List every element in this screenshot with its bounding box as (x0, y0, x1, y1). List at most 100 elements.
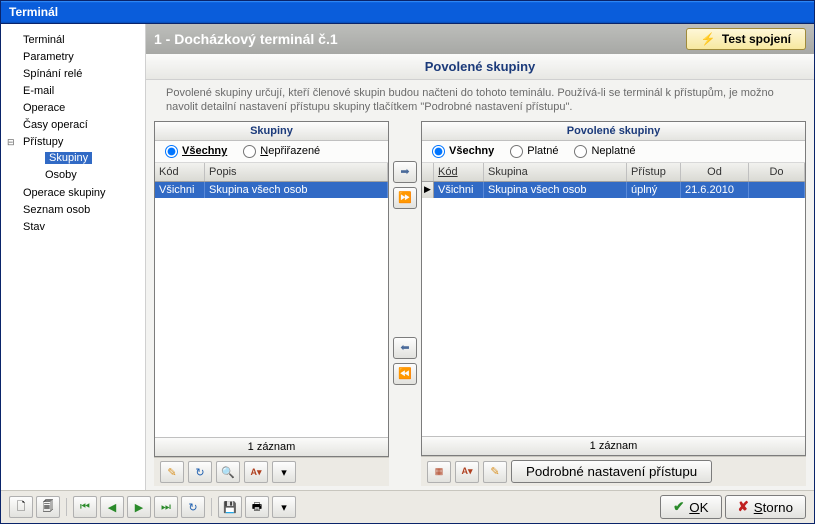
bb-save-button[interactable]: 💾 (218, 496, 242, 518)
note-button-r[interactable]: ✎ (483, 461, 507, 483)
bb-print-button[interactable]: 🖶 (245, 496, 269, 518)
radio-unassigned-groups-input[interactable] (243, 145, 256, 158)
nav-osoby[interactable]: Osoby (31, 167, 141, 184)
groups-grid-header: Kód Popis (155, 163, 388, 182)
test-connection-button[interactable]: ⚡ Test spojení (686, 28, 806, 50)
ok-button[interactable]: ✔ OK (660, 495, 721, 519)
move-left-button[interactable]: ⬅ (393, 337, 417, 359)
cell-to (749, 182, 805, 198)
double-arrow-left-icon: ⏪ (398, 367, 412, 380)
sub-header: Povolené skupiny (146, 54, 814, 80)
allowed-groups-panel: Povolené skupiny Všechny Platné (421, 121, 806, 456)
sort-az-icon: A▾ (250, 467, 261, 478)
last-icon: ⏭ (161, 501, 171, 514)
chevron-down-icon: ▾ (281, 466, 287, 479)
radio-invalid-input[interactable] (574, 145, 587, 158)
cell-desc: Skupina všech osob (205, 182, 388, 198)
nav-tree: Terminál Parametry Spínání relé E-mail O… (5, 32, 141, 236)
allowed-panel-title: Povolené skupiny (422, 122, 805, 141)
chevron-down-icon-bb: ▾ (281, 501, 287, 514)
refresh-button[interactable]: ↻ (188, 461, 212, 483)
nav-operace[interactable]: Operace (5, 100, 141, 117)
detail-access-label: Podrobné nastavení přístupu (526, 464, 697, 479)
sort-button[interactable]: A▾ (244, 461, 268, 483)
cell-code-r: Všichni (434, 182, 484, 198)
radio-valid-input[interactable] (510, 145, 523, 158)
info-text: Povolené skupiny určují, kteří členové s… (146, 80, 814, 121)
titlebar: Terminál (1, 1, 814, 24)
grid-view-button[interactable]: ▦ (427, 461, 451, 483)
bb-next-button[interactable]: ▶ (127, 496, 151, 518)
nav-skupiny[interactable]: Skupiny (31, 150, 141, 167)
bb-copy-button[interactable]: 🗐 (36, 496, 60, 518)
allowed-row[interactable]: ▶ Všichni Skupina všech osob úplný 21.6.… (422, 182, 805, 198)
copy-icon: 🗐 (43, 498, 54, 517)
body: Terminál Parametry Spínání relé E-mail O… (1, 24, 814, 523)
col-to[interactable]: Do (749, 163, 805, 181)
col-code-r[interactable]: Kód (434, 163, 484, 181)
col-code[interactable]: Kód (155, 163, 205, 181)
find-button[interactable]: 🔍 (216, 461, 240, 483)
double-arrow-right-icon: ⏩ (398, 191, 412, 204)
groups-grid-body: Všichni Skupina všech osob (155, 182, 388, 437)
bb-print-dd-button[interactable]: ▾ (272, 496, 296, 518)
content-row: Terminál Parametry Spínání relé E-mail O… (1, 24, 814, 490)
groups-footer: 1 záznam (155, 437, 388, 456)
radio-all-groups-input[interactable] (165, 145, 178, 158)
bb-first-button[interactable]: ⏮ (73, 496, 97, 518)
sort-button-r[interactable]: A▾ (455, 461, 479, 483)
nav-pristupy[interactable]: Přístupy Skupiny Osoby (5, 134, 141, 185)
col-desc[interactable]: Popis (205, 163, 388, 181)
radio-all-allowed-input[interactable] (432, 145, 445, 158)
window-title: Terminál (9, 5, 58, 19)
nav-email[interactable]: E-mail (5, 83, 141, 100)
move-right-button[interactable]: ➡ (393, 161, 417, 183)
radio-unassigned-groups[interactable]: Nepřiřazené (243, 145, 320, 158)
next-icon: ▶ (135, 501, 143, 514)
detail-access-button[interactable]: Podrobné nastavení přístupu (511, 460, 712, 483)
radio-all-allowed[interactable]: Všechny (432, 145, 494, 158)
radio-all-groups[interactable]: Všechny (165, 145, 227, 158)
arrow-left-icon: ⬅ (400, 341, 409, 354)
cancel-button[interactable]: ✘ Storno (725, 495, 806, 519)
cell-access: úplný (627, 182, 681, 198)
nav-operace-skupiny[interactable]: Operace skupiny (5, 185, 141, 202)
groups-panel: Skupiny Všechny Nepřiřazené (154, 121, 389, 457)
nav-parametry[interactable]: Parametry (5, 49, 141, 66)
groups-row[interactable]: Všichni Skupina všech osob (155, 182, 388, 198)
col-group[interactable]: Skupina (484, 163, 627, 181)
nav-spinani-rele[interactable]: Spínání relé (5, 66, 141, 83)
groups-filter-row: Všechny Nepřiřazené (155, 141, 388, 163)
allowed-grid-body: ▶ Všichni Skupina všech osob úplný 21.6.… (422, 182, 805, 436)
bolt-icon: ⚡ (701, 32, 716, 46)
col-access[interactable]: Přístup (627, 163, 681, 181)
bb-last-button[interactable]: ⏭ (154, 496, 178, 518)
nav-stav[interactable]: Stav (5, 219, 141, 236)
panels: Skupiny Všechny Nepřiřazené (146, 121, 814, 490)
dropdown-button[interactable]: ▾ (272, 461, 296, 483)
document-icon: 🗋 (17, 498, 26, 517)
nav-terminal[interactable]: Terminál (5, 32, 141, 49)
nav-casy-operaci[interactable]: Časy operací (5, 117, 141, 134)
note-button[interactable]: ✎ (160, 461, 184, 483)
move-all-left-button[interactable]: ⏪ (393, 363, 417, 385)
x-icon: ✘ (738, 499, 749, 515)
main-header: 1 - Docházkový terminál č.1 ⚡ Test spoje… (146, 24, 814, 54)
sidebar: Terminál Parametry Spínání relé E-mail O… (1, 24, 146, 490)
nav-seznam-osob[interactable]: Seznam osob (5, 202, 141, 219)
radio-valid[interactable]: Platné (510, 145, 558, 158)
col-from[interactable]: Od (681, 163, 749, 181)
bb-new-button[interactable]: 🗋 (9, 496, 33, 518)
right-toolbar: ▦ A▾ ✎ Podrobné nastavení přístupu (421, 456, 806, 486)
note-icon: ✎ (167, 466, 176, 479)
move-all-right-button[interactable]: ⏩ (393, 187, 417, 209)
transfer-buttons: ➡ ⏩ ⬅ ⏪ (393, 121, 417, 486)
cell-code: Všichni (155, 182, 205, 198)
bb-prev-button[interactable]: ◀ (100, 496, 124, 518)
check-icon: ✔ (673, 499, 684, 515)
bb-refresh-button[interactable]: ↻ (181, 496, 205, 518)
first-icon: ⏮ (80, 501, 90, 514)
radio-invalid[interactable]: Neplatné (574, 145, 635, 158)
note-icon-r: ✎ (490, 465, 499, 478)
arrow-right-icon: ➡ (400, 165, 409, 178)
